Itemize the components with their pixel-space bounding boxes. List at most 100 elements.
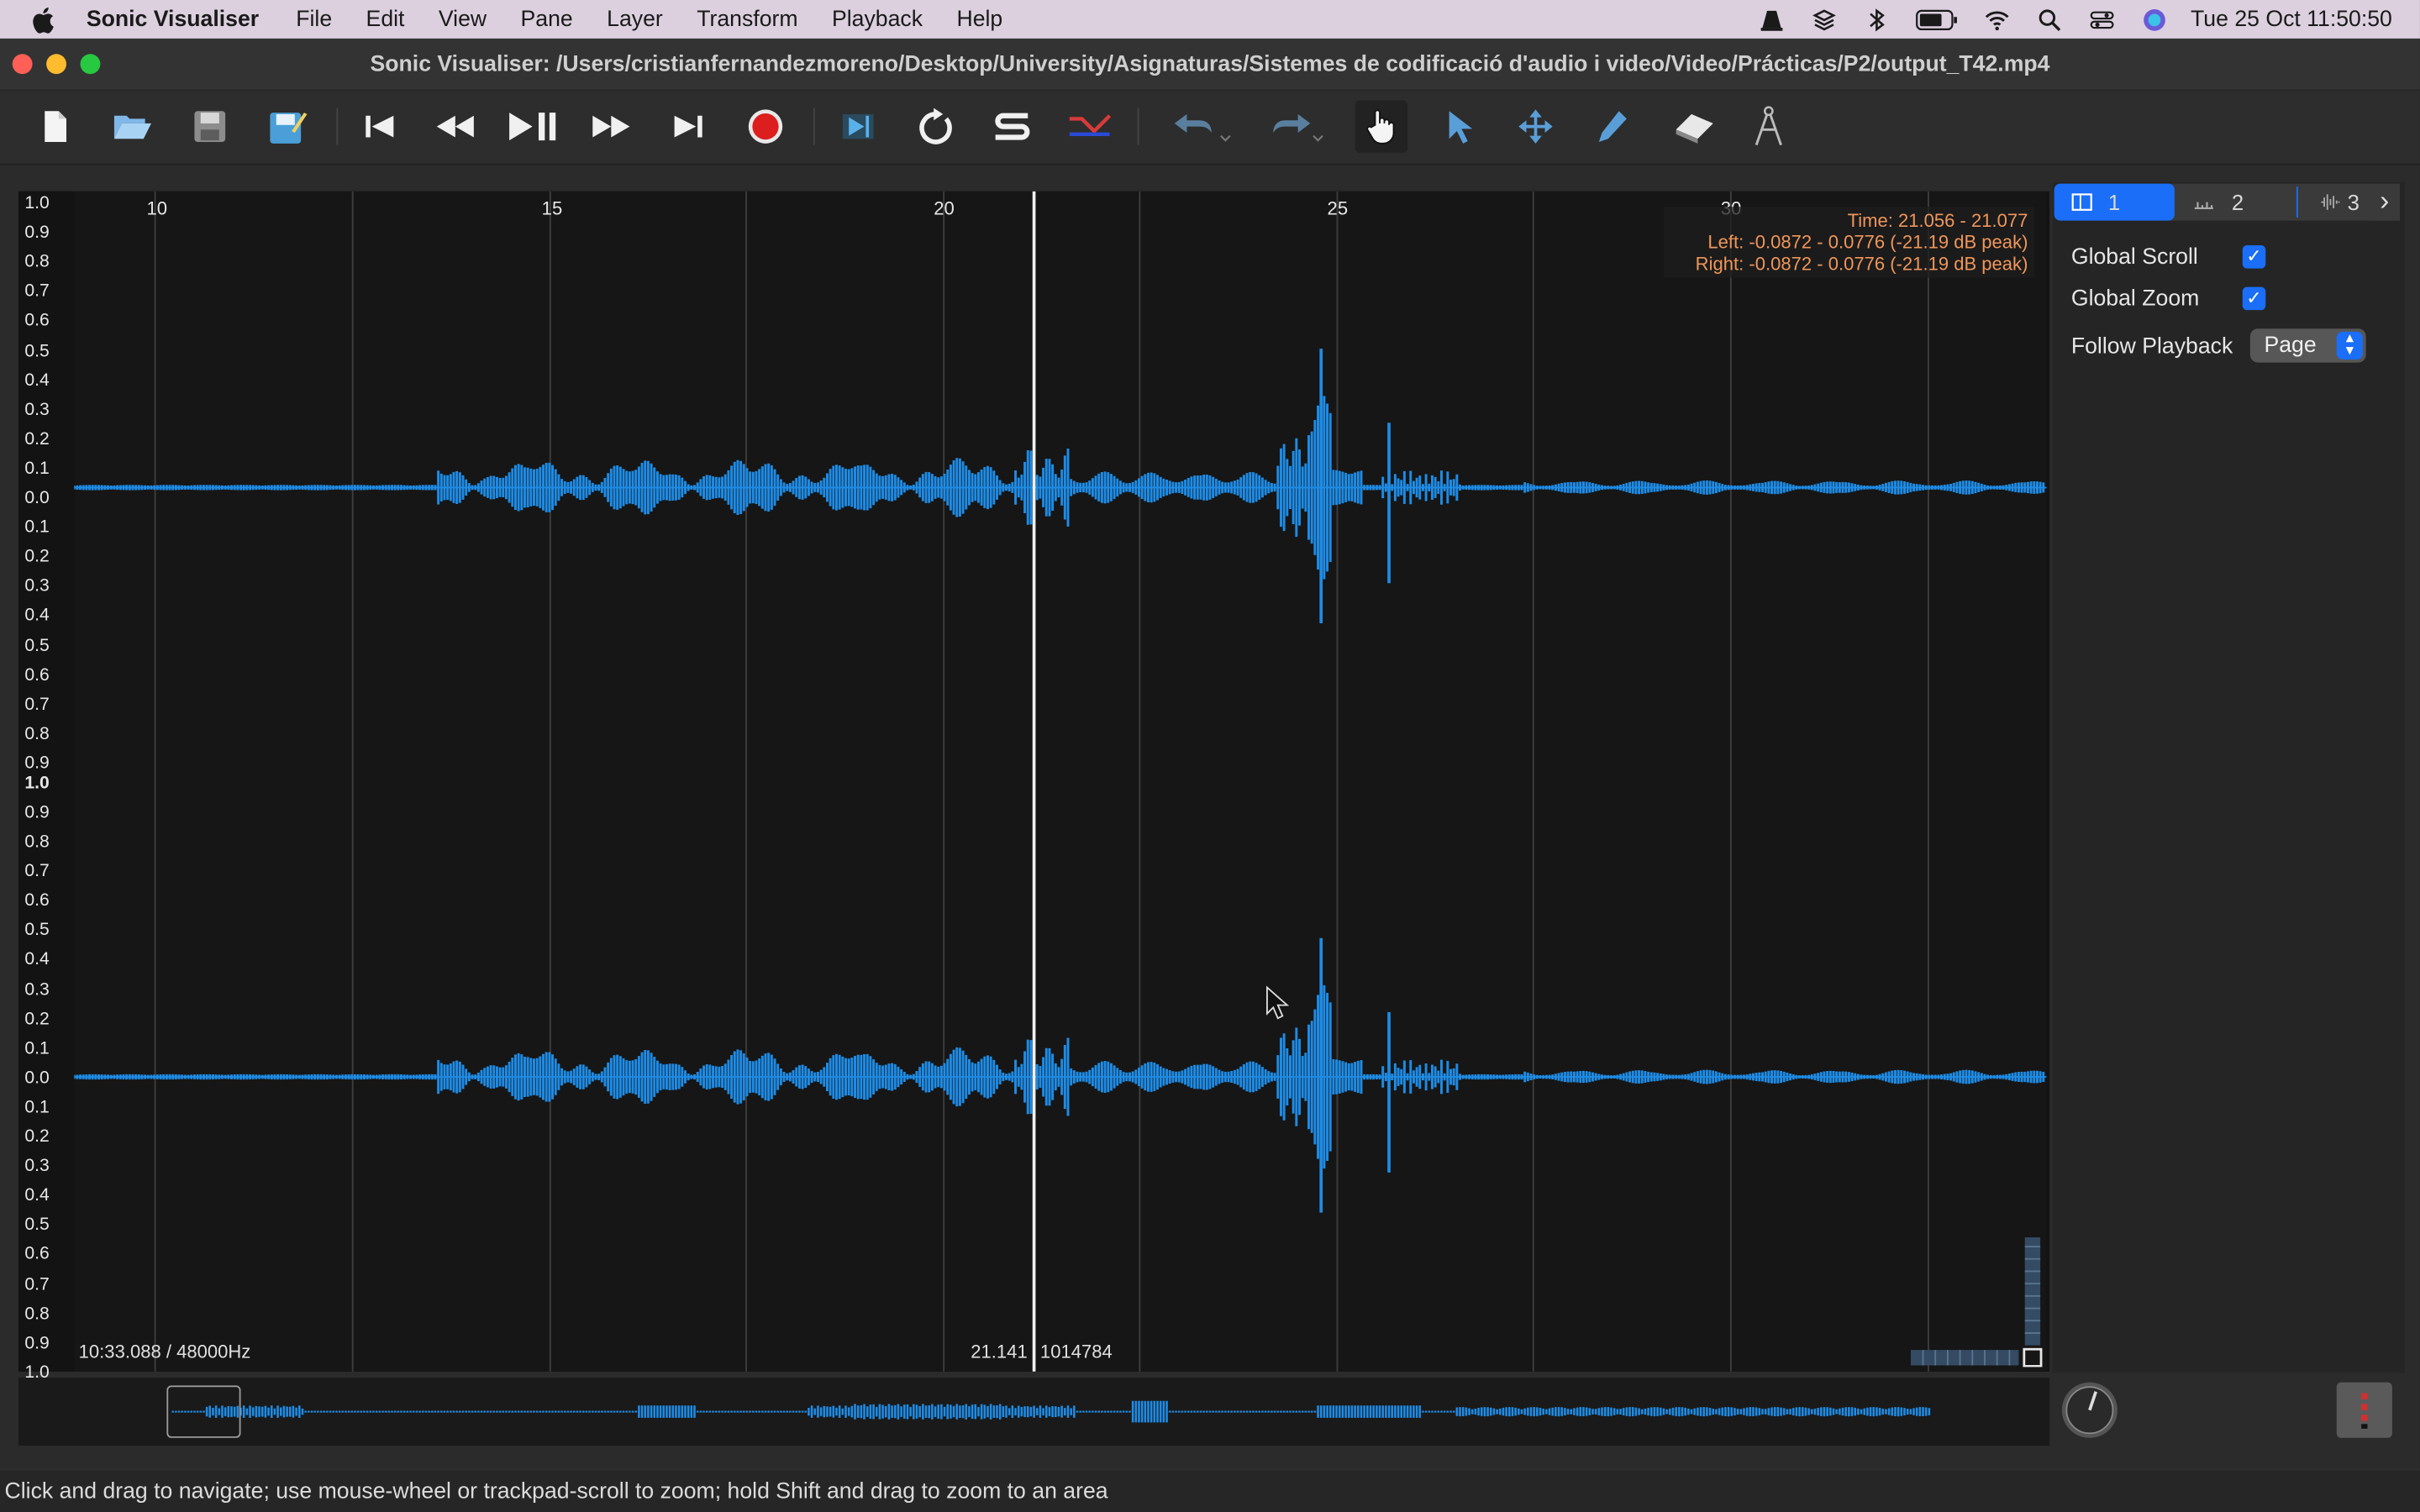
overview-viewport-box[interactable] [166, 1385, 241, 1438]
amplitude-tick-label: 0.0 [24, 1068, 50, 1088]
zoom-thumbwheels[interactable] [1910, 1237, 2044, 1368]
tab-1[interactable]: 1 [2054, 183, 2175, 221]
draw-tool-icon[interactable] [1586, 100, 1639, 152]
amplitude-tick-label: 0.1 [24, 459, 50, 479]
info-right-channel: Right: -0.0872 - 0.0776 (-21.19 dB peak) [1695, 253, 2028, 275]
play-selection-icon[interactable] [832, 100, 884, 152]
amplitude-tick-label: 1.0 [24, 774, 50, 794]
amplitude-tick-label: 0.6 [24, 891, 50, 911]
level-meter-icon [2361, 1393, 2368, 1429]
search-icon[interactable] [2036, 7, 2064, 31]
waveform-layer-icon [2321, 194, 2340, 210]
rewind-start-icon[interactable] [354, 100, 406, 152]
window-title: Sonic Visualiser: /Users/cristianfernand… [370, 52, 2050, 77]
vlc-icon[interactable] [1759, 7, 1786, 31]
record-icon[interactable] [739, 100, 792, 152]
chevron-updown-icon: ▴ ▾ [2336, 331, 2363, 360]
amplitude-tick-label: 0.5 [24, 921, 50, 941]
rewind-icon[interactable] [429, 100, 481, 152]
follow-playback-value: Page [2264, 333, 2317, 359]
amplitude-tick-label: 0.5 [24, 341, 50, 360]
menu-bar: Sonic Visualiser File Edit View Pane Lay… [0, 0, 2420, 39]
global-zoom-label: Global Zoom [2070, 286, 2200, 312]
global-scroll-label: Global Scroll [2070, 245, 2198, 270]
status-bar: Click and drag to navigate; use mouse-wh… [0, 1468, 2420, 1512]
save-as-icon[interactable] [260, 100, 313, 152]
move-tool-icon[interactable] [1509, 100, 1561, 152]
tab-scroll-right-icon[interactable]: › [2369, 183, 2401, 221]
control-center-icon[interactable] [2089, 7, 2117, 31]
wifi-icon[interactable] [1984, 7, 2012, 31]
fast-forward-icon[interactable] [585, 100, 637, 152]
undo-icon[interactable] [1164, 100, 1238, 152]
menu-pane[interactable]: Pane [521, 7, 573, 31]
global-zoom-checkbox[interactable]: ✓ [2242, 286, 2266, 311]
open-file-icon[interactable] [107, 100, 159, 152]
menu-clock[interactable]: Tue 25 Oct 11:50:50 [2191, 7, 2392, 31]
tab-2[interactable]: 2 [2193, 184, 2302, 221]
siri-icon[interactable] [2141, 7, 2169, 31]
navigate-tool-icon[interactable] [1355, 100, 1408, 153]
apple-icon[interactable] [28, 4, 61, 35]
menu-playback[interactable]: Playback [832, 7, 923, 31]
playhead-time: 21.141 [971, 1341, 1028, 1362]
overview-pane[interactable] [18, 1378, 2050, 1446]
erase-tool-icon[interactable] [1664, 100, 1725, 152]
tab-separator [2296, 186, 2298, 218]
tab-1-label: 1 [2107, 189, 2121, 215]
new-file-icon[interactable] [29, 100, 82, 152]
amplitude-tick-label: 0.3 [24, 577, 50, 596]
waveform-plot[interactable]: 10 15 20 25 30 Time: 21.056 - 21.077 Lef… [74, 191, 2047, 1372]
amplitude-tick-label: 0.8 [24, 724, 50, 743]
menu-view[interactable]: View [439, 7, 487, 31]
global-scroll-checkbox[interactable]: ✓ [2242, 245, 2266, 269]
amplitude-tick-label: 0.8 [24, 253, 50, 272]
menu-transform[interactable]: Transform [697, 7, 797, 31]
menu-layer[interactable]: Layer [607, 7, 663, 31]
battery-icon[interactable] [1916, 7, 1959, 31]
menu-help[interactable]: Help [956, 7, 1002, 31]
toolbar-separator [1137, 108, 1139, 145]
tab-2-label: 2 [2231, 189, 2244, 215]
loop-icon[interactable] [909, 100, 961, 152]
layers-icon[interactable] [1811, 7, 1839, 31]
amplitude-tick-label: 0.2 [24, 548, 50, 567]
amplitude-tick-label: 1.0 [24, 194, 50, 213]
redo-icon[interactable] [1256, 100, 1330, 152]
amplitude-tick-label: 0.1 [24, 518, 50, 538]
fast-forward-end-icon[interactable] [662, 100, 714, 152]
save-icon[interactable] [184, 100, 236, 152]
amplitude-tick-label: 0.3 [24, 1157, 50, 1176]
amplitude-tick-label: 0.9 [24, 1334, 50, 1353]
menu-edit[interactable]: Edit [366, 7, 405, 31]
solo-icon[interactable] [986, 100, 1039, 152]
tab-3[interactable]: 3 [2320, 184, 2375, 221]
menu-file[interactable]: File [296, 7, 332, 31]
align-icon[interactable] [1063, 100, 1115, 152]
amplitude-tick-label: 0.4 [24, 951, 50, 970]
playback-speed-dial[interactable] [2057, 1379, 2122, 1441]
amplitude-tick-label: 0.7 [24, 695, 50, 714]
select-tool-icon[interactable] [1432, 100, 1484, 152]
time-ruler-icon [2194, 202, 2213, 210]
bluetooth-icon[interactable] [1864, 7, 1891, 31]
amplitude-tick-label: 0.2 [24, 1010, 50, 1029]
amplitude-tick-label: 0.7 [24, 282, 50, 302]
amplitude-tick-label: 0.9 [24, 803, 50, 822]
menu-app-name[interactable]: Sonic Visualiser [87, 7, 259, 31]
amplitude-tick-label: 0.2 [24, 1127, 50, 1147]
amplitude-tick-label: 0.1 [24, 1039, 50, 1058]
level-meter-button[interactable] [2336, 1382, 2392, 1438]
app-window: Sonic Visualiser File Edit View Pane Lay… [0, 0, 2420, 1512]
playhead-frame: 1014784 [1039, 1341, 1113, 1362]
amplitude-tick-label: 0.6 [24, 665, 50, 685]
amplitude-tick-label: 0.4 [24, 606, 50, 626]
playback-cursor[interactable] [1032, 191, 1036, 1372]
amplitude-tick-label: 0.5 [24, 1215, 50, 1235]
info-left-channel: Left: -0.0872 - 0.0776 (-21.19 dB peak) [1707, 231, 2028, 254]
play-pause-icon[interactable] [506, 100, 558, 152]
follow-playback-select[interactable]: Page ▴ ▾ [2249, 328, 2366, 363]
measure-tool-icon[interactable] [1743, 100, 1795, 152]
status-text: Click and drag to navigate; use mouse-wh… [4, 1479, 1108, 1504]
amplitude-tick-label: 0.6 [24, 1245, 50, 1264]
